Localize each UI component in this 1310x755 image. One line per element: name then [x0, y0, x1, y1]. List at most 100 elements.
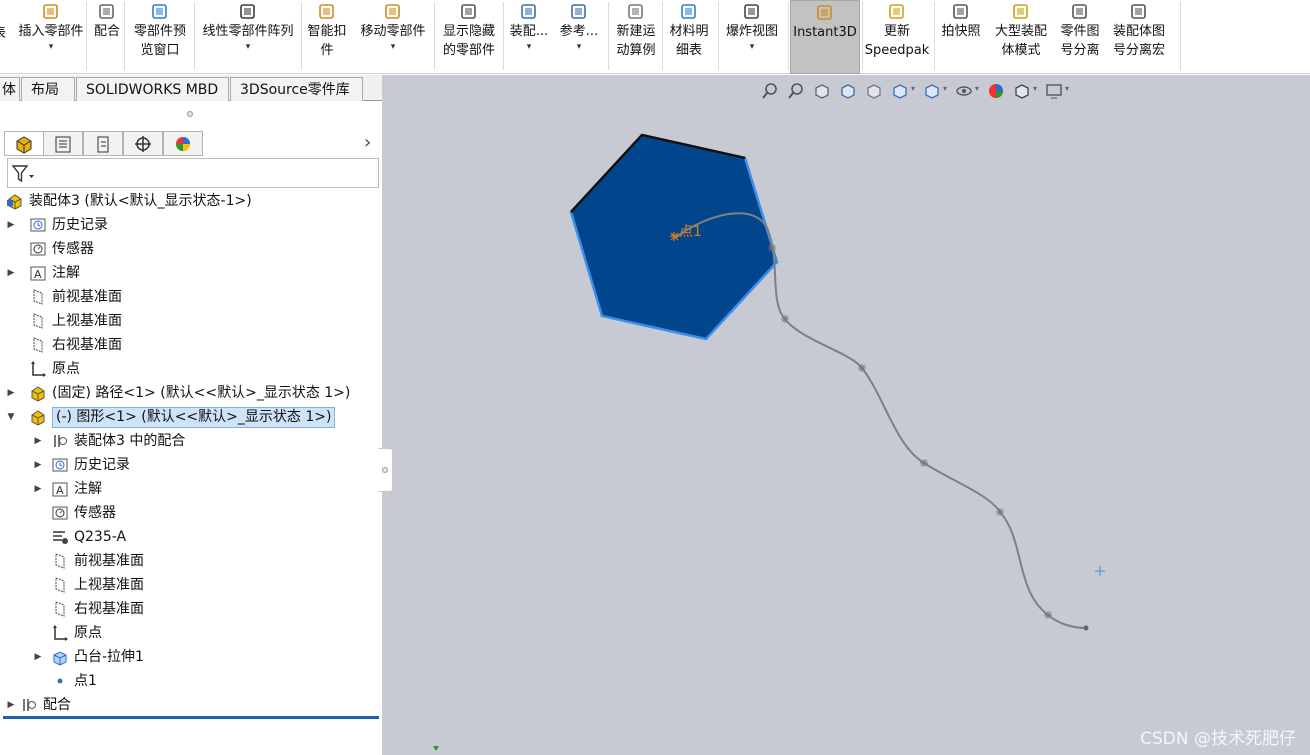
expand-toggle-icon[interactable]: ▶ [33, 478, 43, 500]
large-assembly-icon [1013, 4, 1028, 19]
ribbon-btn-part-number[interactable]: 零件图 号分离 [1054, 0, 1106, 74]
chevron-down-icon[interactable]: ▾ [527, 41, 532, 53]
tree-node-sensor[interactable]: 传感器 [33, 502, 116, 524]
expand-toggle-icon[interactable]: ▶ [6, 214, 16, 236]
hide-show-items-icon[interactable] [955, 82, 973, 100]
chevron-down-icon[interactable]: ▾ [49, 41, 54, 53]
ribbon-btn-label: 拍快照 [941, 24, 981, 39]
chevron-down-icon[interactable]: ▾ [943, 84, 947, 93]
pane-collapse-handle[interactable] [187, 111, 193, 117]
dimxpert-icon [135, 135, 151, 152]
zoom-to-area-icon[interactable] [787, 82, 805, 100]
tree-node-label: 装配体3 中的配合 [74, 433, 186, 449]
tree-node-label: 传感器 [52, 241, 94, 257]
filter-box[interactable] [7, 158, 379, 188]
configurationmanager-tab[interactable] [83, 131, 123, 156]
chevron-down-icon[interactable]: ▾ [975, 84, 979, 93]
tree-node-material[interactable]: Q235-A [33, 526, 126, 548]
tree-node-mates[interactable]: ▶ 装配体3 中的配合 [33, 430, 186, 452]
zoom-to-fit-icon[interactable] [761, 82, 779, 100]
expand-toggle-icon[interactable]: ▶ [33, 646, 43, 668]
ribbon-btn-reference-geometry[interactable]: 参考... ▾ [556, 0, 602, 74]
section-view-icon[interactable] [839, 82, 857, 100]
ribbon-btn-speedpak[interactable]: 更新 Speedpak [863, 0, 931, 74]
tree-node-annotation[interactable]: ▶ A 注解 [6, 262, 80, 284]
chevron-down-icon[interactable]: ▾ [750, 41, 755, 53]
chevron-down-icon[interactable]: ▾ [246, 41, 251, 53]
tree-node-plane[interactable]: 上视基准面 [6, 310, 122, 332]
tab-layout[interactable]: 布局 [21, 77, 75, 101]
display-style-icon[interactable] [923, 82, 941, 100]
tree-node-sensor[interactable]: 传感器 [6, 238, 94, 260]
expand-toggle-icon[interactable]: ▶ [6, 694, 16, 716]
panel-tabs-more-button[interactable]: › [364, 132, 378, 154]
ribbon-btn-show-hidden[interactable]: 显示隐藏 的零部件 [437, 0, 501, 74]
insert-component-icon [43, 4, 58, 19]
tree-node-part[interactable]: ▼ (-) 图形<1> (默认<<默认>_显示状态 1>) [6, 406, 336, 428]
pane-splitter[interactable] [378, 448, 393, 492]
ribbon-btn-assembly-feature[interactable]: 装配... ▾ [505, 0, 553, 74]
tree-node-plane[interactable]: 右视基准面 [6, 334, 122, 356]
tab-3dsource[interactable]: 3DSource零件库 [230, 77, 363, 101]
display-manager-tab[interactable] [163, 131, 203, 156]
tree-node-mates[interactable]: ▶ 配合 [6, 694, 71, 716]
dynamic-annotation-icon[interactable] [865, 82, 883, 100]
chevron-down-icon[interactable]: ▾ [911, 84, 915, 93]
ribbon-btn-move-component[interactable]: 移动零部件 ▾ [355, 0, 431, 74]
path-end-point[interactable] [1083, 625, 1089, 631]
tree-node-history[interactable]: ▶ 历史记录 [6, 214, 108, 236]
graphics-area[interactable]: 点1 [382, 75, 1310, 755]
tree-node-plane[interactable]: 前视基准面 [6, 286, 122, 308]
tree-node-plane[interactable]: 右视基准面 [33, 598, 144, 620]
tree-node-extrude[interactable]: ▶ 凸台-拉伸1 [33, 646, 144, 668]
ribbon-btn-insert-component[interactable]: 插入零部件 ▾ [14, 0, 88, 74]
point-marker[interactable] [670, 232, 679, 241]
origin-icon [53, 625, 68, 641]
tree-node-assembly[interactable]: 装配体3 (默认<默认_显示状态-1>) [6, 190, 252, 212]
featuremanager-tab[interactable] [4, 131, 44, 156]
tree-node-annotation[interactable]: ▶ A 注解 [33, 478, 102, 500]
expand-toggle-icon[interactable]: ▶ [33, 430, 43, 452]
ribbon-btn-mate[interactable]: 配合 [88, 0, 126, 74]
ribbon-btn-instant3d[interactable]: Instant3D [790, 0, 860, 74]
ribbon-btn-motion-study[interactable]: 新建运 动算例 [610, 0, 662, 74]
tab-body[interactable]: 体 [0, 77, 20, 101]
tree-node-plane[interactable]: 前视基准面 [33, 550, 144, 572]
tree-node-part[interactable]: ▶ (固定) 路径<1> (默认<<默认>_显示状态 1>) [6, 382, 350, 404]
tree-node-point[interactable]: 点1 [33, 670, 97, 692]
ribbon-separator [301, 2, 302, 70]
dimxpert-tab[interactable] [123, 131, 163, 156]
view-settings-icon[interactable] [1045, 82, 1063, 100]
ribbon-btn-preview-window[interactable]: 零部件预 览窗口 [128, 0, 192, 74]
ribbon-btn-label: 更新 Speedpak [864, 24, 930, 58]
filter-icon[interactable] [11, 163, 35, 185]
expand-toggle-icon[interactable]: ▶ [6, 262, 16, 284]
expand-toggle-icon[interactable]: ▶ [6, 382, 16, 404]
chevron-down-icon[interactable]: ▾ [1065, 84, 1069, 93]
apply-scene-icon[interactable] [1013, 82, 1031, 100]
ribbon-btn-linear-pattern[interactable]: 线性零部件阵列 ▾ [196, 0, 300, 74]
chevron-down-icon[interactable]: ▾ [1033, 84, 1037, 93]
ribbon-btn-camera[interactable]: 拍快照 [936, 0, 986, 74]
ribbon-btn-exploded-view[interactable]: 爆炸视图 ▾ [720, 0, 784, 74]
triad-marker [433, 746, 439, 751]
previous-view-icon[interactable] [813, 82, 831, 100]
model-scene[interactable]: 点1 [382, 75, 1310, 755]
edit-appearance-icon[interactable] [987, 82, 1005, 100]
chevron-down-icon[interactable]: ▾ [577, 41, 582, 53]
propertymanager-tab[interactable] [43, 131, 83, 156]
ribbon-btn-assembly-number-macro[interactable]: 装配体图 号分离宏 [1108, 0, 1170, 74]
tree-node-plane[interactable]: 上视基准面 [33, 574, 144, 596]
view-orientation-icon[interactable] [891, 82, 909, 100]
tree-node-origin[interactable]: 原点 [33, 622, 102, 644]
chevron-down-icon[interactable]: ▾ [391, 41, 396, 53]
tab-mbd[interactable]: SOLIDWORKS MBD [76, 77, 229, 101]
propertymanager-icon [55, 136, 71, 152]
ribbon-btn-smart-fastener[interactable]: 智能扣 件 [302, 0, 352, 74]
expand-toggle-icon[interactable]: ▶ [33, 454, 43, 476]
tree-node-history[interactable]: ▶ 历史记录 [33, 454, 130, 476]
expand-toggle-icon[interactable]: ▼ [6, 406, 16, 428]
ribbon-btn-bom[interactable]: 材料明 细表 [665, 0, 713, 74]
tree-node-origin[interactable]: 原点 [6, 358, 80, 380]
ribbon-btn-large-assembly[interactable]: 大型装配 体模式 [990, 0, 1052, 74]
